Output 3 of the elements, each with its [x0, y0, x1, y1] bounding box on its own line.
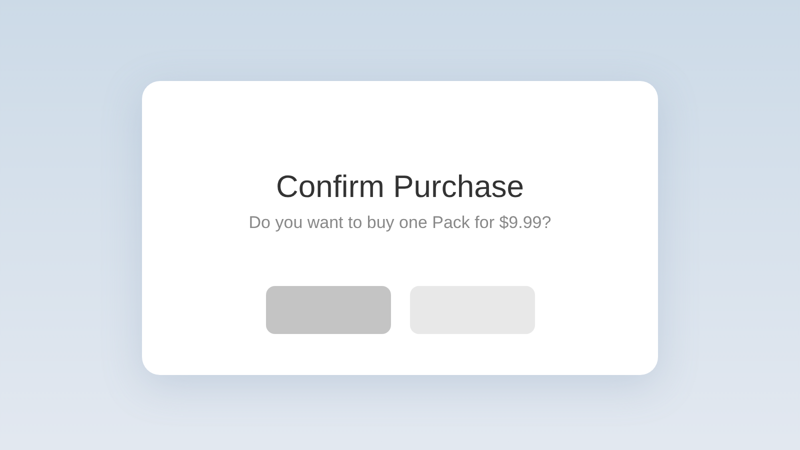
dialog-title: Confirm Purchase	[276, 169, 524, 205]
dialog-message: Do you want to buy one Pack for $9.99?	[248, 212, 552, 234]
confirm-button[interactable]	[266, 286, 390, 334]
